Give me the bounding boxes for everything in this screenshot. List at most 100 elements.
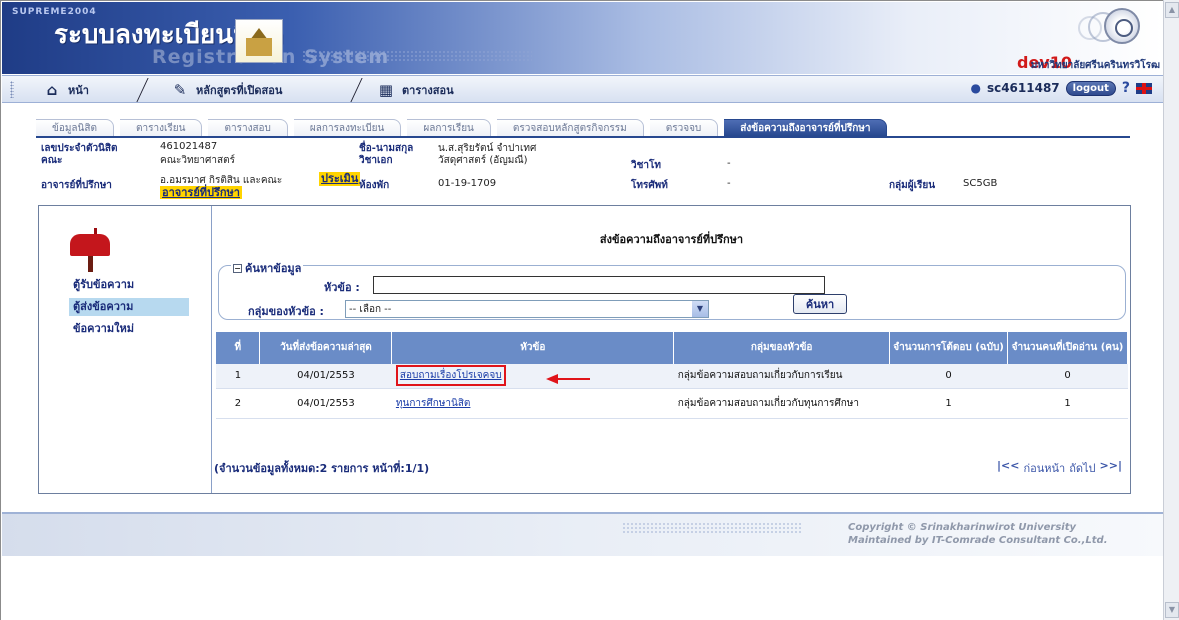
tab-graduation-check[interactable]: ตรวจจบ: [649, 119, 719, 136]
minor-label: วิชาโท: [631, 160, 661, 171]
search-legend-label: ค้นหาข้อมูล: [245, 262, 302, 275]
tab-grades[interactable]: ผลการเรียน: [407, 119, 491, 136]
nav-separator: [136, 78, 149, 102]
message-content: ส่งข้อความถึงอาจารย์ที่ปรึกษา − ค้นหาข้อ…: [211, 206, 1130, 493]
nav-timetable[interactable]: ▦ ตารางสอน: [376, 80, 454, 100]
room-value: 01-19-1709: [438, 178, 497, 189]
message-sidebar: ตู้รับข้อความ ตู้ส่งข้อความ ข้อความใหม่: [39, 206, 211, 493]
row-readers: 1: [1007, 388, 1128, 419]
evaluate-advisor-link[interactable]: อาจารย์ที่ปรึกษา: [160, 186, 242, 199]
search-button[interactable]: ค้นหา: [793, 294, 847, 314]
faculty-label: คณะ: [41, 155, 63, 166]
evaluate-link-line1[interactable]: ประเมิน: [319, 172, 361, 186]
pager: |<< ก่อนหน้า ถัดไป >>|: [997, 459, 1122, 477]
university-seal-icon: [1104, 8, 1140, 44]
col-date-header: วันที่ส่งข้อความล่าสุด: [259, 332, 393, 364]
course-icon: ✎: [173, 81, 187, 99]
student-id-value: 461021487: [160, 141, 218, 152]
group-value: SC5GB: [963, 178, 998, 189]
group-select[interactable]: -- เลือก -- ▼: [345, 300, 709, 318]
table-row: 2 04/01/2553 ทุนการศึกษานิสิต กลุ่มข้อคว…: [216, 388, 1128, 419]
col-no-header: ที่: [216, 332, 261, 364]
tab-registration-result[interactable]: ผลการลงทะเบียน: [293, 119, 402, 136]
col-replies-header: จำนวนการโต้ตอบ (ฉบับ): [889, 332, 1009, 364]
main-panel: ตู้รับข้อความ ตู้ส่งข้อความ ข้อความใหม่ …: [38, 205, 1131, 494]
row-date: 04/01/2553: [259, 364, 392, 389]
row-no: 1: [216, 364, 260, 389]
pager-prev[interactable]: ก่อนหน้า: [1023, 459, 1065, 477]
english-flag-icon[interactable]: [1136, 82, 1152, 94]
faculty-value: คณะวิทยาศาสตร์: [160, 155, 235, 166]
sidebar-item-new-message[interactable]: ข้อความใหม่: [69, 320, 189, 338]
user-icon: ●: [970, 81, 981, 95]
row-group: กลุ่มข้อความสอบถามเกี่ยวกับการเรียน: [673, 364, 890, 389]
header-decoration: [302, 50, 532, 62]
tab-student-info[interactable]: ข้อมูลนิสิต: [36, 119, 114, 136]
nav-home[interactable]: ⌂ หน้า: [42, 80, 89, 100]
search-legend[interactable]: − ค้นหาข้อมูล: [231, 259, 304, 277]
chevron-down-icon[interactable]: ▼: [692, 301, 708, 317]
page-frame: SUPREME2004 ระบบลงทะเบียนนิสิต Registrat…: [0, 0, 1164, 620]
sidebar-item-inbox[interactable]: ตู้รับข้อความ: [69, 276, 189, 294]
group-of-subject-label: กลุ่มของหัวข้อ :: [248, 305, 324, 318]
subject-link[interactable]: ทุนการศึกษานิสิต: [396, 398, 471, 409]
row-replies: 0: [889, 364, 1008, 389]
building-logo-icon: [235, 19, 283, 63]
pager-first[interactable]: |<<: [997, 459, 1019, 477]
tab-strip: ข้อมูลนิสิต ตารางเรียน ตารางสอบ ผลการลงท…: [36, 119, 1130, 136]
mailbox-icon: [64, 228, 114, 272]
room-label: ห้องพัก: [359, 180, 390, 191]
scroll-up-icon[interactable]: ▲: [1165, 2, 1179, 18]
col-readers-header: จำนวนคนที่เปิดอ่าน (คน): [1007, 332, 1128, 364]
sidebar-item-outbox[interactable]: ตู้ส่งข้อความ: [69, 298, 189, 316]
user-area: ● sc4611487 logout ?: [970, 80, 1152, 96]
table-header-row: ที่ วันที่ส่งข้อความล่าสุด หัวข้อ กลุ่มข…: [216, 332, 1128, 364]
red-pointer-arrow-icon: [546, 374, 590, 384]
student-info: เลขประจำตัวนิสิต 461021487 คณะ คณะวิทยาศ…: [41, 140, 1131, 200]
pager-last[interactable]: >>|: [1100, 459, 1122, 477]
university-name: มหาวิทยาลัยศรีนครินทรวิโรฒ: [1030, 60, 1160, 71]
subject-label: หัวข้อ :: [324, 281, 360, 294]
subject-link[interactable]: สอบถามเรื่องโปรเจคจบ: [400, 370, 502, 381]
tab-class-schedule[interactable]: ตารางเรียน: [120, 119, 203, 136]
row-no: 2: [216, 388, 260, 419]
highlighted-subject: สอบถามเรื่องโปรเจคจบ: [395, 365, 506, 387]
maintained-by-text: Maintained by IT-Comrade Consultant Co.,…: [848, 535, 1108, 546]
pager-summary: (จำนวนข้อมูลทั้งหมด:2 รายการ หน้าที่:1/1…: [214, 462, 430, 475]
major-value: วัสดุศาสตร์ (อัญมณี): [438, 155, 528, 166]
pager-next[interactable]: ถัดไป: [1069, 459, 1095, 477]
subject-input[interactable]: [373, 276, 825, 294]
content-title: ส่งข้อความถึงอาจารย์ที่ปรึกษา: [599, 233, 744, 246]
col-group-header: กลุ่มของหัวข้อ: [673, 332, 891, 364]
advisor-label: อาจารย์ที่ปรึกษา: [41, 180, 112, 191]
logout-button[interactable]: logout: [1065, 80, 1116, 96]
scroll-down-icon[interactable]: ▼: [1165, 602, 1179, 618]
vertical-scrollbar[interactable]: ▲ ▼: [1163, 0, 1179, 620]
footer-decoration: [622, 522, 802, 534]
help-icon[interactable]: ?: [1122, 80, 1130, 96]
user-id: sc4611487: [986, 81, 1060, 95]
nav-courses-label: หลักสูตรที่เปิดสอน: [196, 84, 283, 97]
group-select-value: -- เลือก --: [349, 303, 392, 315]
footer: Copyright © Srinakharinwirot University …: [2, 512, 1164, 556]
tab-exam-schedule[interactable]: ตารางสอบ: [208, 119, 288, 136]
tab-underline: [36, 136, 1130, 138]
nav-separator: [350, 78, 363, 102]
tab-message-advisor[interactable]: ส่งข้อความถึงอาจารย์ที่ปรึกษา: [724, 119, 888, 136]
phone-value: -: [727, 178, 731, 189]
row-readers: 0: [1007, 364, 1128, 389]
row-date: 04/01/2553: [259, 388, 392, 419]
collapse-icon[interactable]: −: [233, 263, 242, 273]
row-subject-cell: ทุนการศึกษานิสิต: [391, 388, 674, 419]
major-label: วิชาเอก: [359, 155, 393, 166]
row-subject-cell: สอบถามเรื่องโปรเจคจบ: [391, 364, 674, 389]
tab-activity-check[interactable]: ตรวจสอบหลักสูตรกิจกรรม: [496, 119, 644, 136]
group-label: กลุ่มผู้เรียน: [889, 180, 936, 191]
phone-label: โทรศัพท์: [631, 180, 668, 191]
header-banner: SUPREME2004 ระบบลงทะเบียนนิสิต Registrat…: [2, 2, 1164, 74]
copyright-text: Copyright © Srinakharinwirot University: [848, 522, 1076, 533]
toolbar-grip-icon: [10, 81, 14, 98]
timetable-icon: ▦: [378, 81, 394, 99]
nav-courses[interactable]: ✎ หลักสูตรที่เปิดสอน: [170, 80, 283, 100]
row-group: กลุ่มข้อความสอบถามเกี่ยวกับทุนการศึกษา: [673, 388, 890, 419]
